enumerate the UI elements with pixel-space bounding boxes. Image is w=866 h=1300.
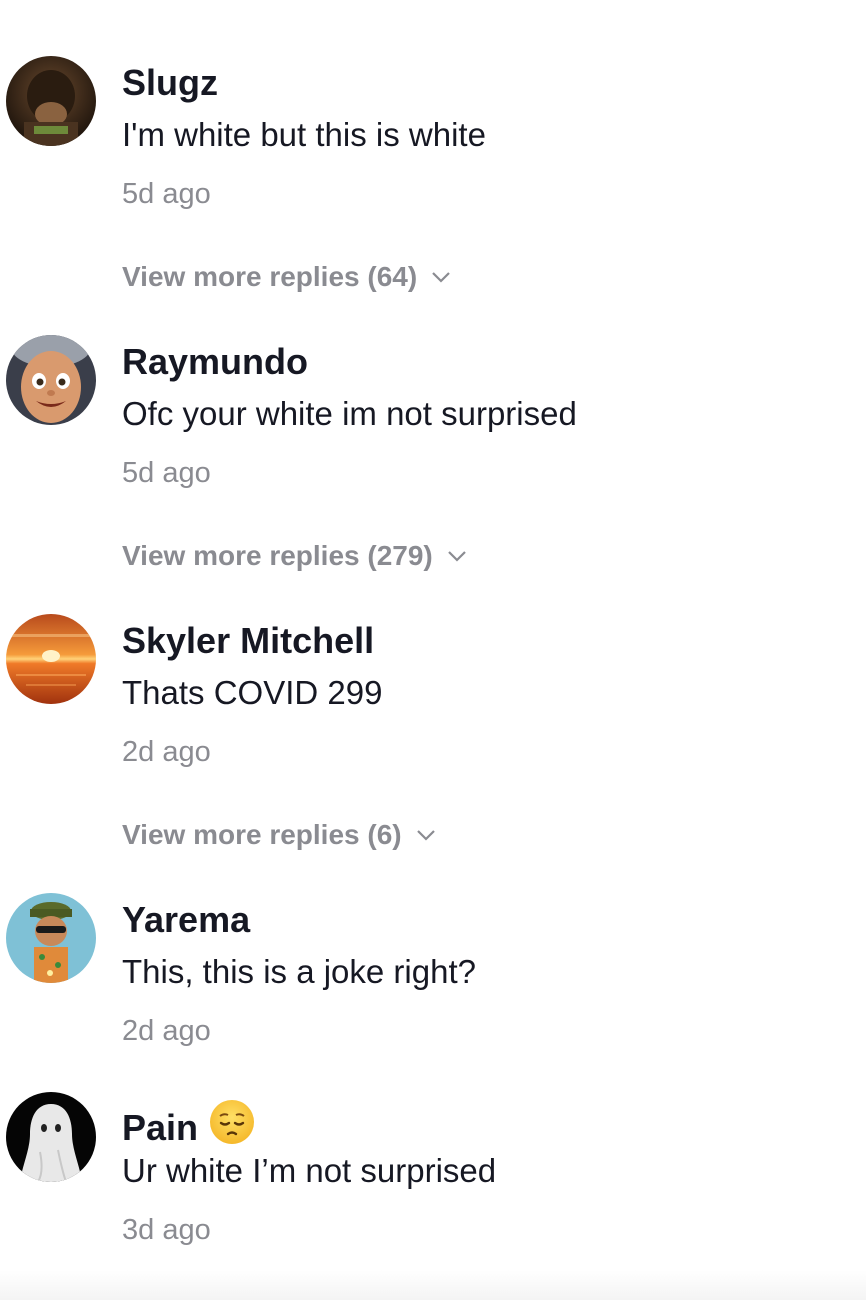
comment-text: I'm white but this is white: [122, 116, 486, 153]
view-more-replies-label: View more replies (279): [122, 540, 433, 571]
username[interactable]: Slugz: [122, 62, 218, 104]
dark-portrait-avatar[interactable]: [6, 56, 96, 146]
chevron-down-icon: [431, 258, 451, 290]
username[interactable]: Yarema: [122, 899, 250, 941]
timestamp: 5d ago: [122, 457, 211, 489]
username[interactable]: Raymundo: [122, 341, 308, 383]
view-more-replies-button[interactable]: View more replies (279): [122, 537, 467, 572]
comment-text: Thats COVID 299: [122, 674, 383, 711]
comment-text: Ofc your white im not surprised: [122, 395, 577, 432]
cartoon-character-avatar[interactable]: [6, 893, 96, 983]
sunset-avatar[interactable]: [6, 614, 96, 704]
timestamp: 2d ago: [122, 1015, 211, 1047]
timestamp: 3d ago: [122, 1214, 211, 1246]
view-more-replies-button[interactable]: View more replies (6): [122, 816, 436, 851]
ghost-avatar[interactable]: [6, 1092, 96, 1182]
view-more-replies-button[interactable]: View more replies (64): [122, 258, 451, 293]
view-more-replies-label: View more replies (6): [122, 819, 402, 850]
username-label: Pain: [122, 1107, 199, 1148]
timestamp: 2d ago: [122, 736, 211, 768]
username[interactable]: Skyler Mitchell: [122, 620, 374, 662]
view-more-replies-label: View more replies (64): [122, 261, 418, 292]
comment-text: This, this is a joke right?: [122, 953, 476, 990]
chevron-down-icon: [447, 537, 467, 569]
pensive-face-emoji: [208, 1098, 256, 1155]
cartoon-face-avatar[interactable]: [6, 335, 96, 425]
bottom-edge: [0, 1270, 866, 1300]
timestamp: 5d ago: [122, 178, 211, 210]
comment-text: Ur white I’m not surprised: [122, 1152, 497, 1189]
username[interactable]: Pain: [122, 1098, 256, 1155]
chevron-down-icon: [416, 816, 436, 848]
